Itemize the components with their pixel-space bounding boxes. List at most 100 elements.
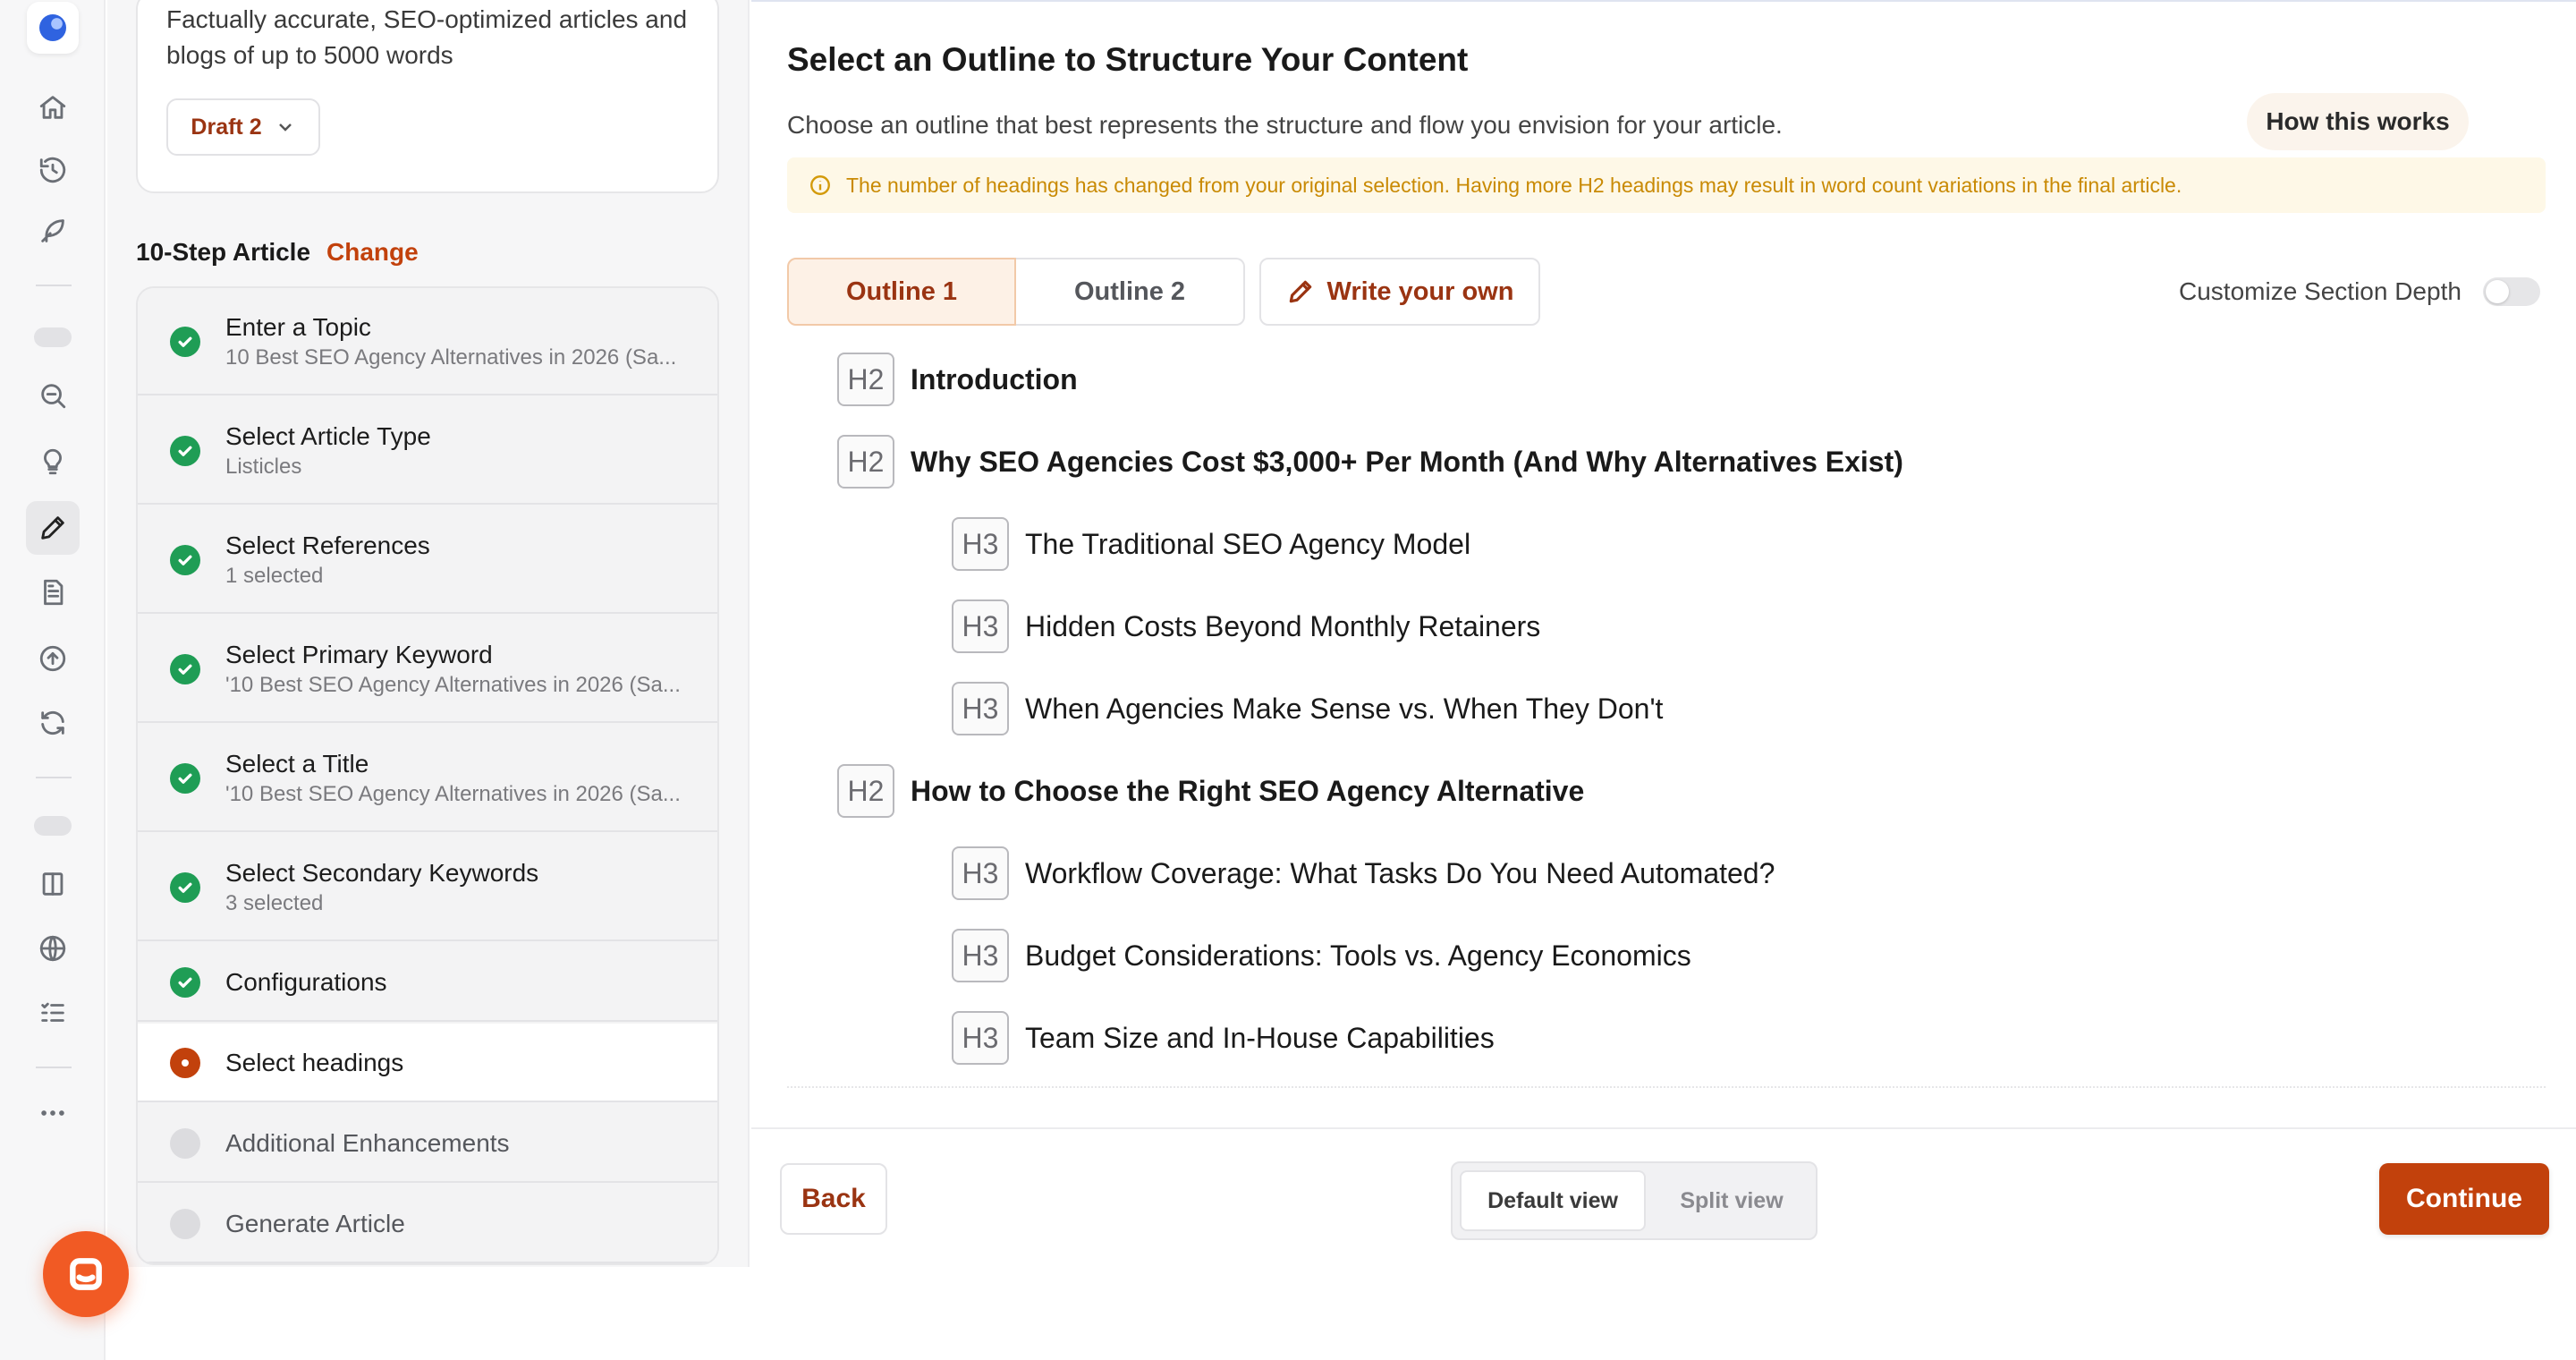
pencil-icon bbox=[1289, 280, 1311, 303]
rail-divider bbox=[36, 777, 72, 778]
outline-heading[interactable]: H3 The Traditional SEO Agency Model bbox=[952, 517, 1470, 571]
main-content: Select an Outline to Structure Your Cont… bbox=[751, 0, 2576, 1267]
continue-button[interactable]: Continue bbox=[2379, 1163, 2549, 1235]
step-configurations[interactable]: Configurations bbox=[138, 943, 717, 1022]
chevron-down-icon bbox=[278, 123, 292, 132]
search-icon[interactable] bbox=[26, 369, 80, 422]
pencil-icon[interactable] bbox=[26, 501, 80, 555]
step-primary-keyword[interactable]: Select Primary Keyword '10 Best SEO Agenc… bbox=[138, 616, 717, 723]
feather-icon[interactable] bbox=[26, 204, 80, 258]
back-button[interactable]: Back bbox=[780, 1163, 887, 1235]
lightbulb-icon[interactable] bbox=[26, 435, 80, 489]
book-icon[interactable] bbox=[26, 857, 80, 911]
tab-outline-2[interactable]: Outline 2 bbox=[1016, 258, 1245, 326]
more-icon[interactable] bbox=[26, 1086, 80, 1140]
draft-label: Draft 2 bbox=[191, 114, 262, 140]
app-logo[interactable] bbox=[27, 2, 79, 54]
step-title: Select headings bbox=[225, 1049, 404, 1076]
heading-text: When Agencies Make Sense vs. When They D… bbox=[1025, 692, 1664, 725]
outline-heading[interactable]: H2 Why SEO Agencies Cost $3,000+ Per Mon… bbox=[837, 435, 1903, 489]
rail-divider bbox=[36, 285, 72, 286]
history-icon[interactable] bbox=[26, 143, 80, 197]
home-icon[interactable] bbox=[26, 81, 80, 134]
current-step-icon bbox=[170, 1048, 200, 1078]
logo-mark bbox=[39, 14, 66, 41]
outline-heading[interactable]: H3 When Agencies Make Sense vs. When The… bbox=[952, 682, 1663, 735]
info-icon bbox=[810, 175, 830, 195]
outline-heading[interactable]: H2 How to Choose the Right SEO Agency Al… bbox=[837, 764, 1584, 818]
pending-step-icon bbox=[170, 1128, 200, 1159]
step-references[interactable]: Select References 1 selected bbox=[138, 506, 717, 614]
footer-bar: Back Default view Split view Continue bbox=[751, 1127, 2576, 1267]
step-secondary-keywords[interactable]: Select Secondary Keywords 3 selected bbox=[138, 834, 717, 941]
chat-icon[interactable] bbox=[43, 1231, 129, 1317]
checklist-icon[interactable] bbox=[26, 986, 80, 1040]
step-title: Enter a Topic bbox=[225, 313, 371, 341]
heading-level-badge: H3 bbox=[952, 846, 1009, 900]
change-link[interactable]: Change bbox=[326, 238, 419, 266]
warning-text: The number of headings has changed from … bbox=[846, 173, 2182, 197]
outline-heading[interactable]: H2 Introduction bbox=[837, 353, 1078, 406]
rail-pill bbox=[34, 327, 72, 347]
write-your-own-button[interactable]: Write your own bbox=[1259, 258, 1540, 326]
step-title: Additional Enhancements bbox=[225, 1129, 510, 1157]
step-generate-article[interactable]: Generate Article bbox=[138, 1185, 717, 1263]
outline-heading[interactable]: H3 Team Size and In-House Capabilities bbox=[952, 1011, 1495, 1065]
heading-count-warning: The number of headings has changed from … bbox=[787, 157, 2546, 213]
steps-header: 10-Step Article Change bbox=[136, 238, 419, 267]
heading-level-badge: H3 bbox=[952, 1011, 1009, 1065]
page-subtitle: Choose an outline that best represents t… bbox=[787, 111, 1783, 139]
step-title: Select Secondary Keywords bbox=[225, 859, 539, 887]
step-article-type[interactable]: Select Article Type Listicles bbox=[138, 397, 717, 505]
document-icon[interactable] bbox=[26, 565, 80, 619]
heading-level-badge: H3 bbox=[952, 517, 1009, 571]
check-circle-icon bbox=[170, 763, 200, 794]
outline-list: H2 Introduction H2 Why SEO Agencies Cost… bbox=[787, 349, 2546, 1088]
heading-level-badge: H2 bbox=[837, 764, 894, 818]
refresh-icon[interactable] bbox=[26, 696, 80, 750]
check-circle-icon bbox=[170, 872, 200, 903]
top-border bbox=[751, 0, 2576, 2]
step-select-headings[interactable]: Select headings bbox=[138, 1024, 717, 1102]
outline-scroll-edge bbox=[787, 1084, 2546, 1088]
step-title: Select References bbox=[225, 531, 430, 559]
step-subtitle: 10 Best SEO Agency Alternatives in 2026 … bbox=[225, 345, 677, 370]
outline-heading[interactable]: H3 Budget Considerations: Tools vs. Agen… bbox=[952, 929, 1691, 982]
toggle-knob bbox=[2486, 280, 2509, 303]
step-title: Select Primary Keyword bbox=[225, 641, 493, 668]
heading-level-badge: H3 bbox=[952, 929, 1009, 982]
step-additional-enhancements[interactable]: Additional Enhancements bbox=[138, 1104, 717, 1183]
step-title: Generate Article bbox=[225, 1210, 405, 1237]
section-depth-toggle[interactable] bbox=[2483, 277, 2540, 306]
check-circle-icon bbox=[170, 967, 200, 998]
icon-rail bbox=[0, 0, 106, 1360]
step-enter-topic[interactable]: Enter a Topic 10 Best SEO Agency Alternat… bbox=[138, 288, 717, 395]
step-title[interactable]: Select a Title '10 Best SEO Agency Altern… bbox=[138, 725, 717, 832]
step-subtitle: '10 Best SEO Agency Alternatives in 2026… bbox=[225, 782, 681, 806]
check-circle-icon bbox=[170, 654, 200, 684]
check-circle-icon bbox=[170, 327, 200, 357]
tab-outline-1[interactable]: Outline 1 bbox=[787, 258, 1016, 326]
heading-text: Budget Considerations: Tools vs. Agency … bbox=[1025, 939, 1691, 972]
steps-list: Enter a Topic 10 Best SEO Agency Alternat… bbox=[136, 286, 719, 1265]
heading-text: Hidden Costs Beyond Monthly Retainers bbox=[1025, 609, 1541, 642]
outline-heading[interactable]: H3 Hidden Costs Beyond Monthly Retainers bbox=[952, 599, 1540, 653]
split-view-button[interactable]: Split view bbox=[1651, 1170, 1812, 1231]
rail-pill bbox=[34, 816, 72, 836]
step-subtitle: 3 selected bbox=[225, 891, 324, 915]
draft-dropdown[interactable]: Draft 2 bbox=[166, 98, 320, 156]
heading-text: Workflow Coverage: What Tasks Do You Nee… bbox=[1025, 856, 1775, 889]
globe-icon[interactable] bbox=[26, 922, 80, 975]
step-subtitle: 1 selected bbox=[225, 564, 324, 588]
step-title: Configurations bbox=[225, 968, 387, 996]
outline-heading[interactable]: H3 Workflow Coverage: What Tasks Do You … bbox=[952, 846, 1775, 900]
write-your-own-label: Write your own bbox=[1326, 276, 1514, 306]
heading-text: Introduction bbox=[911, 362, 1078, 395]
upload-icon[interactable] bbox=[26, 632, 80, 685]
check-circle-icon bbox=[170, 436, 200, 466]
heading-text: The Traditional SEO Agency Model bbox=[1025, 527, 1471, 560]
how-this-works-button[interactable]: How this works bbox=[2247, 93, 2469, 150]
heading-level-badge: H2 bbox=[837, 435, 894, 489]
section-depth-label: Customize Section Depth bbox=[2179, 277, 2462, 305]
default-view-button[interactable]: Default view bbox=[1460, 1170, 1646, 1231]
